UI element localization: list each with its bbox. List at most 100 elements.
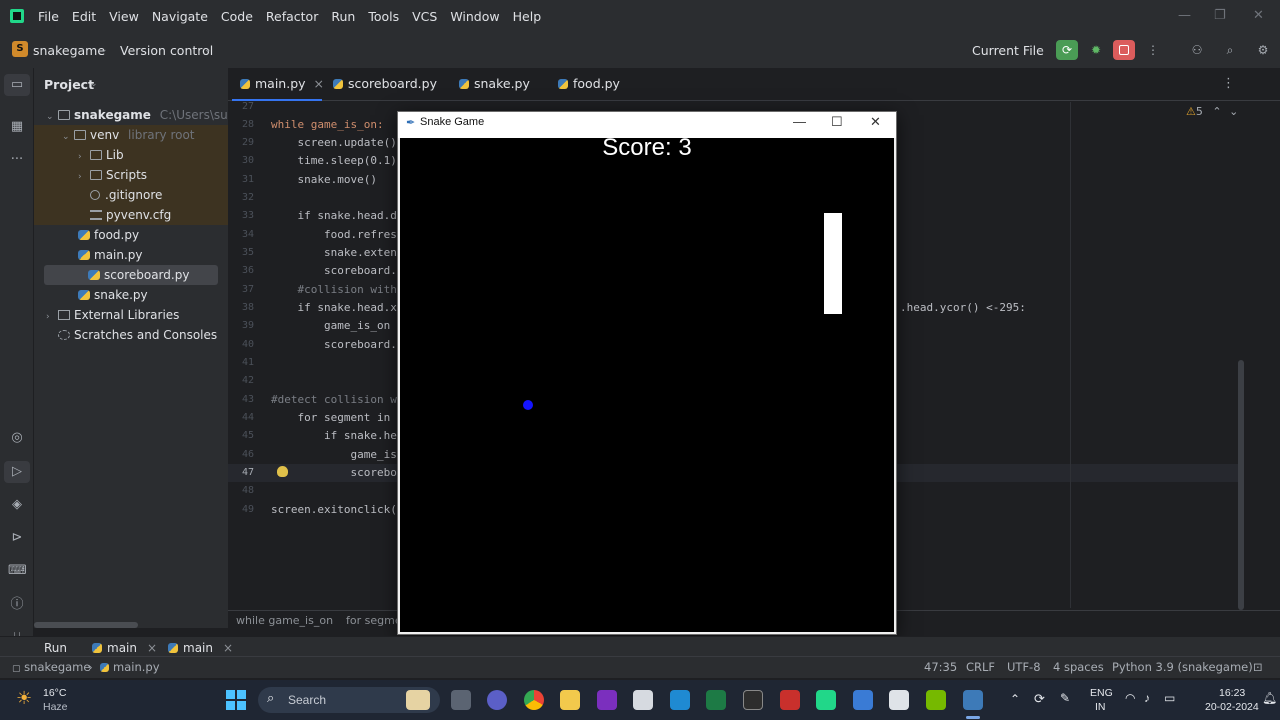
version-control-menu[interactable]: Version control [120, 43, 213, 58]
desktop-app-icon[interactable] [853, 690, 873, 710]
debug-bug-icon[interactable]: ✹ [1085, 40, 1107, 60]
status-file-crumb[interactable]: main.py [100, 660, 160, 674]
tree-scripts[interactable]: › Scripts [34, 165, 228, 185]
windows-start-icon[interactable] [226, 690, 246, 710]
minimize-icon[interactable]: — [1178, 8, 1191, 23]
chrome-icon[interactable] [524, 690, 544, 710]
menu-view[interactable]: View [109, 9, 139, 24]
maximize-icon[interactable]: ☐ [831, 114, 843, 130]
chevron-down-icon[interactable]: ⌄ [1229, 105, 1238, 118]
settings-gear-icon[interactable]: ⚙ [1252, 40, 1274, 60]
file-encoding[interactable]: UTF-8 [1007, 660, 1041, 674]
more-actions-icon[interactable]: ⋮ [1142, 40, 1164, 60]
close-tab-icon[interactable]: × [147, 641, 157, 655]
caret-position[interactable]: 47:35 [924, 660, 957, 674]
volume-icon[interactable]: ♪ [1144, 691, 1150, 705]
sync-icon[interactable]: ⟳ [1034, 691, 1045, 707]
project-badge[interactable]: S [12, 41, 28, 57]
tree-venv[interactable]: ⌄ venv library root [34, 125, 228, 145]
menu-tools[interactable]: Tools [368, 9, 399, 24]
tree-lib[interactable]: › Lib [34, 145, 228, 165]
tree-gitignore[interactable]: .gitignore [34, 185, 228, 205]
close-icon[interactable]: ✕ [870, 114, 881, 130]
indent-setting[interactable]: 4 spaces [1053, 660, 1104, 674]
tab-options-icon[interactable]: ⋮ [1222, 76, 1235, 91]
terminal-app-icon[interactable] [743, 690, 763, 710]
clock-time[interactable]: 16:23 [1219, 687, 1245, 699]
tree-pyvenv-cfg[interactable]: pyvenv.cfg [34, 205, 228, 225]
tab-main-py[interactable]: main.py × [240, 76, 324, 91]
tab-food-py[interactable]: food.py [558, 76, 620, 91]
chat-icon[interactable] [487, 690, 507, 710]
tab-scoreboard-py[interactable]: scoreboard.py [333, 76, 437, 91]
warnings-indicator[interactable]: ⚠5 ⌃ ⌄ [1186, 105, 1238, 118]
python-console-icon[interactable]: ◎ [8, 429, 26, 447]
menu-file[interactable]: File [38, 9, 59, 24]
more-tools-icon[interactable]: ··· [8, 151, 26, 169]
rerun-button[interactable]: ⟳ [1056, 40, 1078, 60]
layers-icon[interactable]: ◈ [8, 496, 26, 514]
excel-icon[interactable] [706, 690, 726, 710]
notification-bell-icon[interactable]: 🔔︎ [1262, 691, 1277, 705]
line-separator[interactable]: CRLF [966, 660, 995, 674]
tray-overflow-icon[interactable]: ⌃ [1010, 692, 1020, 706]
acrobat-icon[interactable] [780, 690, 800, 710]
close-tab-icon[interactable]: × [223, 641, 233, 655]
run-panel-title[interactable]: Run [44, 641, 67, 655]
menu-window[interactable]: Window [450, 9, 499, 24]
tree-main-py[interactable]: main.py [34, 245, 228, 265]
status-project-crumb[interactable]: ▢ snakegame [12, 660, 90, 674]
project-switcher[interactable]: snakegame [33, 43, 105, 58]
tab-snake-py[interactable]: snake.py [459, 76, 530, 91]
problems-icon[interactable]: ⓘ [8, 596, 26, 614]
run-tab-main[interactable]: main × [92, 641, 157, 655]
minimize-icon[interactable]: — [793, 114, 806, 129]
pycharm-icon[interactable] [816, 690, 836, 710]
tree-external-libraries[interactable]: › External Libraries [34, 305, 228, 325]
weather-temp[interactable]: 16°C [43, 687, 66, 699]
language-indicator[interactable]: ENG [1090, 687, 1113, 699]
tree-food-py[interactable]: food.py [34, 225, 228, 245]
taskbar-search[interactable]: ⌕ Search [258, 687, 440, 713]
python-turtle-icon[interactable] [963, 690, 983, 710]
task-view-icon[interactable] [451, 690, 471, 710]
search-icon[interactable]: ⌕ [1219, 40, 1241, 60]
tree-scoreboard-py[interactable]: scoreboard.py [44, 265, 218, 285]
project-panel-title[interactable]: Project [44, 77, 94, 92]
tree-root-snakegame[interactable]: ⌄ snakegame C:\Users\sumit\ [34, 105, 228, 125]
lock-icon[interactable]: ⊡ [1253, 660, 1263, 674]
snipping-tool-icon[interactable] [633, 690, 653, 710]
services-icon[interactable]: ⊳ [8, 529, 26, 547]
vscode-icon[interactable] [670, 690, 690, 710]
menu-run[interactable]: Run [331, 9, 355, 24]
structure-icon[interactable]: ▦ [8, 118, 26, 136]
menu-navigate[interactable]: Navigate [152, 9, 208, 24]
tree-snake-py[interactable]: snake.py [34, 285, 228, 305]
breadcrumb-item[interactable]: while game_is_on [236, 614, 333, 627]
pen-icon[interactable]: ✎ [1060, 691, 1070, 705]
chevron-up-icon[interactable]: ⌃ [1212, 105, 1221, 118]
stop-button[interactable] [1113, 40, 1135, 60]
menu-code[interactable]: Code [221, 9, 253, 24]
tree-scratches[interactable]: Scratches and Consoles [34, 325, 228, 345]
run-tab-main-2[interactable]: main × [168, 641, 233, 655]
add-user-icon[interactable]: ⚇ [1186, 40, 1208, 60]
battery-icon[interactable]: ▭ [1164, 691, 1175, 705]
menu-refactor[interactable]: Refactor [266, 9, 318, 24]
menu-help[interactable]: Help [513, 9, 542, 24]
close-icon[interactable]: ✕ [1253, 8, 1264, 23]
file-explorer-icon[interactable] [560, 690, 580, 710]
python-interpreter[interactable]: Python 3.9 (snakegame) [1112, 660, 1253, 674]
run-configuration-select[interactable]: Current File [972, 43, 1044, 58]
wifi-icon[interactable]: ◠ [1125, 691, 1135, 705]
onenote-icon[interactable] [597, 690, 617, 710]
game-canvas[interactable] [400, 138, 894, 632]
breadcrumb-item[interactable]: for segme [346, 614, 402, 627]
menu-vcs[interactable]: VCS [412, 9, 437, 24]
nvidia-icon[interactable] [926, 690, 946, 710]
terminal-icon[interactable]: ⌨ [8, 562, 27, 580]
project-horizontal-scrollbar[interactable] [34, 622, 138, 628]
notepad-icon[interactable] [889, 690, 909, 710]
maximize-icon[interactable]: ❐ [1214, 8, 1226, 23]
editor-vertical-scrollbar[interactable] [1238, 360, 1244, 610]
